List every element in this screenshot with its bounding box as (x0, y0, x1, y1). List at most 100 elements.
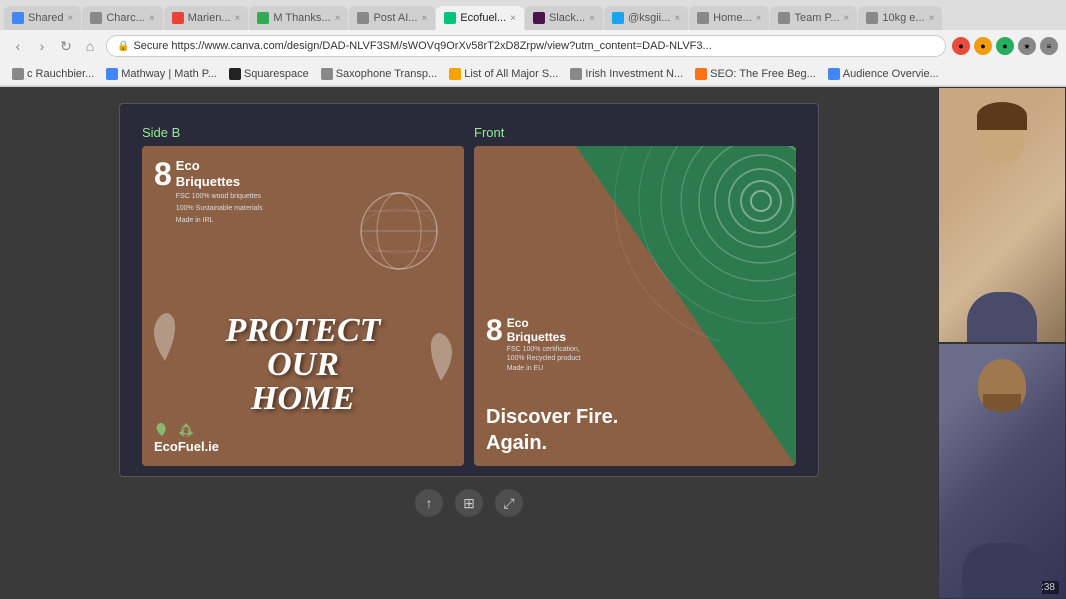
bookmark-squarespace[interactable]: Squarespace (225, 68, 313, 80)
tree-rings (601, 146, 796, 346)
protect-text: PROTECT OUR HOME (142, 314, 464, 416)
slide-b-label: Side B (142, 125, 180, 140)
main-layout: Side B Front 8 EcoB (0, 87, 1066, 599)
tab-favicon (612, 12, 624, 24)
browser-ext-5[interactable]: ≡ (1040, 37, 1058, 55)
tab-shared[interactable]: Shared × (4, 6, 81, 30)
tab-favicon (90, 12, 102, 24)
video-tile-top (938, 87, 1066, 343)
panel-side-b: 8 EcoBriquettes FSC 100% wood briquettes… (142, 146, 464, 466)
slide-front-label: Front (474, 125, 504, 140)
tab-post-ai[interactable]: Post AI... × (349, 6, 435, 30)
bookmark-favicon (449, 68, 461, 80)
tab-favicon (866, 12, 878, 24)
tab-close-icon[interactable]: × (335, 13, 341, 24)
tab-favicon (12, 12, 24, 24)
browser-actions: ● ● ● ★ ≡ (952, 37, 1058, 55)
tab-slack[interactable]: Slack... × (525, 6, 603, 30)
tab-close-icon[interactable]: × (67, 13, 73, 24)
panel-header-labels: Side B Front (142, 124, 796, 142)
bookmark-seo[interactable]: SEO: The Free Beg... (691, 68, 820, 80)
bookmark-favicon (321, 68, 333, 80)
tab-ecofuel[interactable]: Ecofuel... × (436, 6, 524, 30)
tab-thanks[interactable]: M Thanks... × (249, 6, 348, 30)
tab-charc[interactable]: Charc... × (82, 6, 162, 30)
tab-favicon (778, 12, 790, 24)
bookmark-favicon (695, 68, 707, 80)
bookmark-mathway[interactable]: Mathway | Math P... (102, 68, 221, 80)
canva-toolbar: ↑ ⊞ ⤢ (415, 489, 523, 517)
bookmark-favicon (570, 68, 582, 80)
person-beard-2 (983, 394, 1021, 412)
tab-favicon (533, 12, 545, 24)
eco-number: 8 (154, 158, 172, 190)
bookmark-favicon (229, 68, 241, 80)
tab-close-icon[interactable]: × (149, 13, 155, 24)
home-button[interactable]: ⌂ (80, 36, 100, 56)
tab-team[interactable]: Team P... × (770, 6, 857, 30)
bookmark-saxophone[interactable]: Saxophone Transp... (317, 68, 442, 80)
tab-10kg[interactable]: 10kg e... × (858, 6, 942, 30)
reload-button[interactable]: ↻ (56, 36, 76, 56)
eco-subtext-front-1: FSC 100% certification, (507, 345, 581, 355)
bookmark-list-major[interactable]: List of All Major S... (445, 68, 562, 80)
leaf-icon-small (154, 422, 170, 438)
video-tile-bottom: 2020-06-23 15:38 (938, 343, 1066, 599)
bottom-icons (154, 422, 194, 438)
tab-favicon (357, 12, 369, 24)
lock-icon: 🔒 (117, 41, 129, 52)
eco-subtext-2: 100% Sustainable materials (176, 204, 263, 213)
eco-text: EcoBriquettes (176, 158, 263, 189)
tab-close-icon[interactable]: × (929, 13, 935, 24)
tab-home[interactable]: Home... × (689, 6, 769, 30)
slide-panels: 8 EcoBriquettes FSC 100% wood briquettes… (142, 146, 796, 466)
protect-text-container: PROTECT OUR HOME (142, 314, 464, 416)
back-button[interactable]: ‹ (8, 36, 28, 56)
share-button[interactable]: ↑ (415, 489, 443, 517)
bookmark-favicon (12, 68, 24, 80)
browser-ext-2[interactable]: ● (974, 37, 992, 55)
bookmark-rauchbier[interactable]: c Rauchbier... (8, 68, 98, 80)
tab-close-icon[interactable]: × (589, 13, 595, 24)
eco-subtext-3: Made in IRL (176, 216, 263, 225)
url-bar[interactable]: 🔒 Secure https://www.canva.com/design/DA… (106, 35, 946, 57)
person-hair-1 (977, 102, 1027, 130)
address-bar: ‹ › ↻ ⌂ 🔒 Secure https://www.canva.com/d… (0, 30, 1066, 62)
tab-ksgii[interactable]: @ksgii... × (604, 6, 688, 30)
eco-subtext-1: FSC 100% wood briquettes (176, 192, 263, 201)
tab-close-icon[interactable]: × (756, 13, 762, 24)
panel-front: 8 EcoBriquettes FSC 100% certification, … (474, 146, 796, 466)
ecofuel-label: EcoFuel.ie (154, 438, 219, 456)
recycle-icon-small (178, 422, 194, 438)
front-eco-label: 8 EcoBriquettes FSC 100% certification, … (486, 316, 581, 374)
bookmark-irish-investment[interactable]: Irish Investment N... (566, 68, 687, 80)
browser-ext-4[interactable]: ★ (1018, 37, 1036, 55)
grid-button[interactable]: ⊞ (455, 489, 483, 517)
nav-buttons: ‹ › ↻ ⌂ (8, 36, 100, 56)
browser-chrome: Shared × Charc... × Marien... × M Thanks… (0, 0, 1066, 87)
expand-button[interactable]: ⤢ (495, 489, 523, 517)
tab-close-icon[interactable]: × (234, 13, 240, 24)
globe-decor (354, 186, 444, 281)
tab-close-icon[interactable]: × (844, 13, 850, 24)
tab-close-icon[interactable]: × (421, 13, 427, 24)
slide-container: Side B Front 8 EcoB (119, 103, 819, 477)
bookmark-favicon (106, 68, 118, 80)
browser-ext-3[interactable]: ● (996, 37, 1014, 55)
tab-bar: Shared × Charc... × Marien... × M Thanks… (0, 0, 1066, 30)
forward-button[interactable]: › (32, 36, 52, 56)
bookmarks-bar: c Rauchbier... Mathway | Math P... Squar… (0, 62, 1066, 86)
url-text: Secure https://www.canva.com/design/DAD-… (133, 40, 711, 52)
bookmark-favicon (828, 68, 840, 80)
tab-close-icon[interactable]: × (510, 13, 516, 24)
bookmark-audience[interactable]: Audience Overvie... (824, 68, 943, 80)
eco-product-front: EcoBriquettes (507, 316, 581, 345)
browser-ext-1[interactable]: ● (952, 37, 970, 55)
tab-marien[interactable]: Marien... × (164, 6, 249, 30)
person-body-2 (962, 543, 1042, 598)
canva-area: Side B Front 8 EcoB (0, 87, 938, 599)
tab-close-icon[interactable]: × (674, 13, 680, 24)
eco-number-front: 8 (486, 316, 503, 346)
eco-subtext-front-3: Made in EU (507, 364, 581, 374)
tab-favicon (257, 12, 269, 24)
